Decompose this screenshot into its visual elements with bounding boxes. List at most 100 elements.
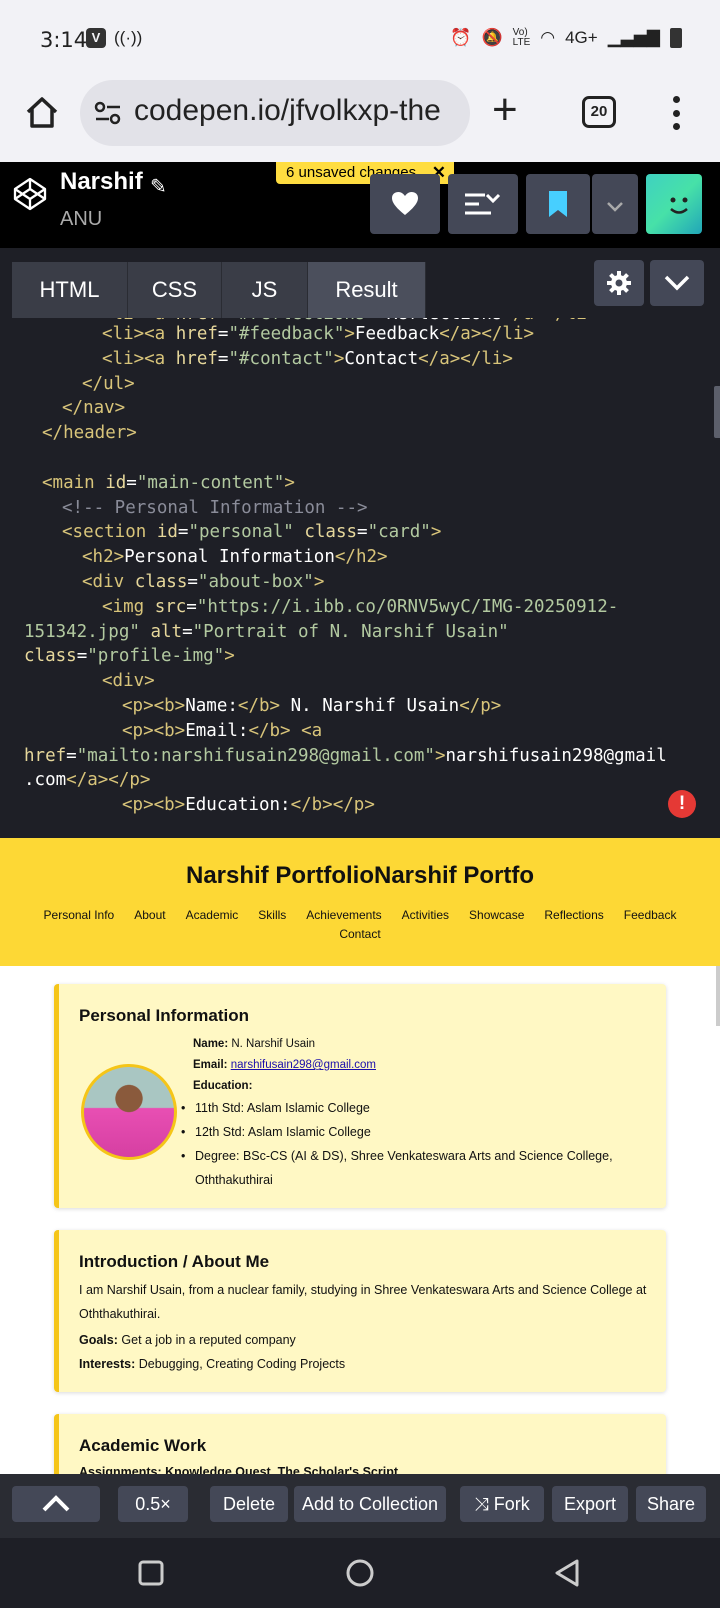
academic-card: Academic Work Assignments: Knowledge Que… xyxy=(54,1414,666,1474)
tab-js[interactable]: JS xyxy=(222,262,308,318)
zoom-select[interactable]: 0.5× xyxy=(118,1486,188,1522)
personal-info-heading: Personal Information xyxy=(79,1006,250,1025)
editor-tabs-bar: HTML CSS JS Result xyxy=(0,248,720,318)
site-nav-link[interactable]: Personal Info xyxy=(44,908,115,922)
code-scrollbar[interactable] xyxy=(714,386,720,438)
heart-icon xyxy=(392,192,418,215)
site-nav-link[interactable]: About xyxy=(134,908,165,922)
code-token: = xyxy=(66,745,77,766)
result-scrollbar[interactable] xyxy=(716,966,720,1026)
code-token: "profile-img" xyxy=(87,646,225,667)
hotspot-icon: ((·)) xyxy=(114,28,143,47)
vpn-icon: V xyxy=(86,28,106,48)
recents-icon[interactable] xyxy=(137,1559,165,1587)
user-avatar[interactable] xyxy=(646,174,702,234)
home-circle-icon[interactable] xyxy=(345,1558,375,1588)
export-button[interactable]: Export xyxy=(552,1486,628,1522)
volte-icon: Vo) LTE xyxy=(512,27,531,48)
code-token: Personal Information xyxy=(124,547,335,568)
tab-css[interactable]: CSS xyxy=(128,262,222,318)
pen-username[interactable]: ANU xyxy=(60,208,102,231)
delete-button[interactable]: Delete xyxy=(210,1486,288,1522)
code-token: = xyxy=(76,646,88,667)
pen-title[interactable]: Narshif xyxy=(60,168,143,196)
html-code-editor[interactable]: <li><a href="#reflections">Reflections</… xyxy=(0,318,720,838)
code-token: "#contact" xyxy=(228,348,334,369)
error-icon[interactable]: ! xyxy=(668,790,696,818)
code-token: <li><a xyxy=(102,348,176,369)
code-token: alt xyxy=(150,621,183,642)
code-line: <p><b>Education:</b></p> xyxy=(122,795,375,815)
url-bar[interactable]: codepen.io/jfvolkxp-the xyxy=(80,80,470,146)
bookmark-button[interactable] xyxy=(526,174,590,234)
code-token: </header> xyxy=(42,423,137,444)
settings-button[interactable] xyxy=(594,260,644,306)
code-line: <img src="https://i.ibb.co/0RNV5wyC/IMG-… xyxy=(102,597,618,617)
code-line: </nav> xyxy=(62,398,125,418)
edit-title-icon[interactable]: ✎ xyxy=(150,174,167,199)
about-heading: Introduction / About Me xyxy=(79,1252,270,1271)
code-token: id xyxy=(156,522,178,543)
code-token: "personal" xyxy=(188,522,294,543)
list-item: 11th Std: Aslam Islamic College xyxy=(181,1096,651,1120)
code-token: = xyxy=(187,572,198,592)
site-nav-link[interactable]: Reflections xyxy=(544,908,603,922)
codepen-logo-icon[interactable] xyxy=(12,176,48,212)
result-preview[interactable]: Narshif PortfolioNarshif Portfo Personal… xyxy=(0,838,720,1474)
education-list: 11th Std: Aslam Islamic College 12th Std… xyxy=(181,1096,651,1192)
code-token: </h2> xyxy=(334,547,388,568)
email-label: Email: xyxy=(193,1059,228,1071)
site-nav-link[interactable]: Showcase xyxy=(469,908,524,922)
personal-info-card: Personal Information Name: N. Narshif Us… xyxy=(54,984,666,1208)
code-token: </a></li> xyxy=(439,324,535,344)
site-nav-link[interactable]: Academic xyxy=(186,908,239,922)
site-nav-link[interactable]: Activities xyxy=(402,908,449,922)
tab-result[interactable]: Result xyxy=(308,262,426,318)
interests-value: Debugging, Creating Coding Projects xyxy=(138,1357,346,1371)
add-to-collection-button[interactable]: Add to Collection xyxy=(294,1486,446,1522)
code-token: <div> xyxy=(102,671,155,692)
code-line: .com</a></p> xyxy=(24,770,150,790)
code-token: = xyxy=(177,522,189,543)
email-link[interactable]: narshifusain298@gmail.com xyxy=(231,1059,376,1071)
code-token: <a xyxy=(301,720,323,741)
code-token: > xyxy=(434,745,446,766)
code-line: 151342.jpg" alt="Portrait of N. Narshif … xyxy=(24,622,509,642)
about-card: Introduction / About Me I am Narshif Usa… xyxy=(54,1230,666,1392)
bookmark-dropdown-button[interactable] xyxy=(592,174,638,234)
url-text: codepen.io/jfvolkxp-the xyxy=(134,94,441,127)
fork-button[interactable]: ⤨ Fork xyxy=(460,1486,544,1522)
tab-switcher-button[interactable]: 20 xyxy=(582,96,616,128)
code-token: <p><b> xyxy=(122,720,186,741)
code-token: > xyxy=(344,324,355,344)
code-token: <img xyxy=(102,596,155,617)
site-settings-icon[interactable] xyxy=(94,100,122,126)
site-nav-link[interactable]: Achievements xyxy=(306,908,381,922)
share-button[interactable]: Share xyxy=(636,1486,706,1522)
code-token: </b> xyxy=(237,696,281,716)
network-type: 4G+ xyxy=(565,28,598,47)
expand-console-button[interactable] xyxy=(12,1486,100,1522)
collapse-button[interactable] xyxy=(650,260,704,306)
profile-image xyxy=(81,1064,177,1160)
like-button[interactable] xyxy=(370,174,440,234)
back-icon[interactable] xyxy=(553,1558,581,1588)
code-token: id xyxy=(105,472,127,493)
site-nav-link[interactable]: Skills xyxy=(258,908,286,922)
code-line: <div> xyxy=(102,671,155,691)
code-token: <!-- Personal Information --> xyxy=(62,497,368,518)
new-tab-button[interactable]: + xyxy=(492,88,518,132)
site-nav-link[interactable]: Contact xyxy=(339,927,380,941)
chevron-up-icon xyxy=(42,1495,70,1512)
layout-icon xyxy=(465,193,501,215)
code-token: <main xyxy=(42,472,106,493)
site-header: Narshif PortfolioNarshif Portfo Personal… xyxy=(0,838,720,966)
site-nav-link[interactable]: Feedback xyxy=(624,908,677,922)
home-icon[interactable] xyxy=(22,92,62,132)
name-value: N. Narshif Usain xyxy=(231,1038,316,1050)
tab-html[interactable]: HTML xyxy=(12,262,128,318)
browser-menu-icon[interactable] xyxy=(672,96,680,130)
android-nav-bar xyxy=(0,1538,720,1608)
layout-button[interactable] xyxy=(448,174,518,234)
